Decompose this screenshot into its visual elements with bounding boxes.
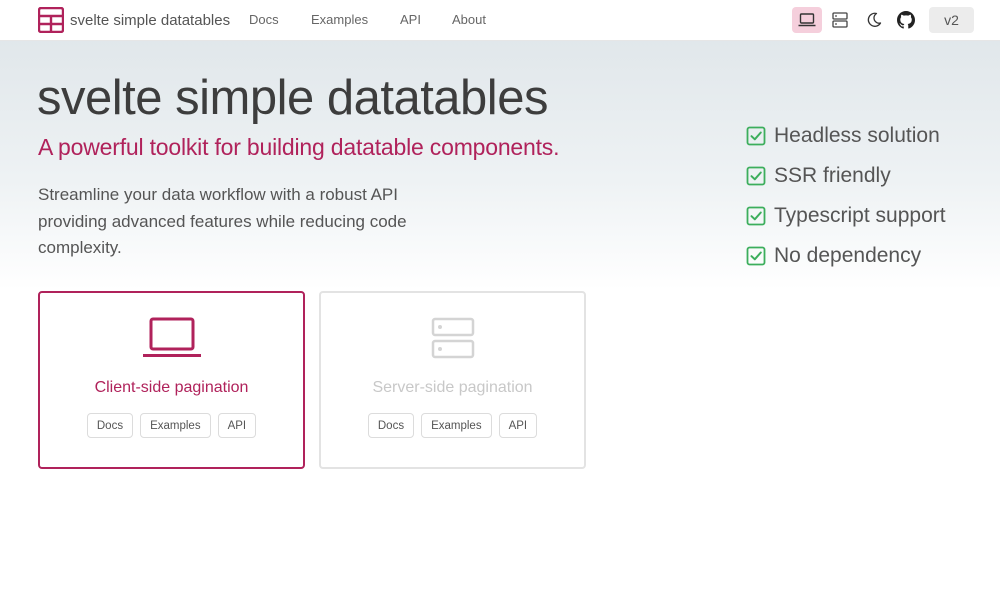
laptop-icon (142, 317, 201, 357)
page-subtitle: A powerful toolkit for building datatabl… (38, 134, 560, 160)
page-description: Streamline your data workflow with a rob… (38, 185, 407, 257)
card-title: Server-side pagination (372, 379, 533, 396)
page-title: svelte simple datatables (37, 71, 548, 125)
feature-label: SSR friendly (774, 164, 891, 187)
top-navbar: svelte simple datatables Docs Examples A… (0, 0, 1000, 41)
server-side-card[interactable]: Server-side pagination Docs Examples API (319, 291, 586, 469)
moon-icon (867, 12, 882, 27)
feature-item: No dependency (746, 236, 946, 276)
nav-link-examples[interactable]: Examples (311, 12, 368, 27)
feature-list: Headless solution SSR friendly Typescrip… (746, 116, 946, 276)
checkbox-check-icon (746, 246, 766, 266)
dark-mode-toggle[interactable] (859, 7, 889, 33)
laptop-icon (798, 13, 816, 27)
card-examples-link[interactable]: Examples (140, 413, 211, 438)
feature-label: Typescript support (774, 204, 946, 227)
card-links: Docs Examples API (321, 413, 584, 438)
checkbox-check-icon (746, 126, 766, 146)
feature-item: Typescript support (746, 196, 946, 236)
feature-label: Headless solution (774, 124, 940, 147)
table-logo-icon (38, 7, 64, 33)
brand-link[interactable]: svelte simple datatables (38, 7, 230, 33)
card-api-link[interactable]: API (217, 413, 257, 438)
card-links: Docs Examples API (40, 413, 303, 438)
server-icon (832, 12, 848, 28)
version-button[interactable]: v2 (929, 7, 974, 33)
client-mode-button[interactable] (792, 7, 822, 33)
card-examples-link[interactable]: Examples (421, 413, 492, 438)
card-docs-link[interactable]: Docs (86, 413, 134, 438)
card-docs-link[interactable]: Docs (367, 413, 415, 438)
github-icon (897, 11, 915, 29)
github-link[interactable] (891, 7, 921, 33)
nav-link-about[interactable]: About (452, 12, 486, 27)
checkbox-check-icon (746, 166, 766, 186)
server-mode-button[interactable] (825, 7, 855, 33)
brand-name: svelte simple datatables (70, 11, 231, 29)
feature-item: Headless solution (746, 116, 946, 156)
feature-item: SSR friendly (746, 156, 946, 196)
nav-link-docs[interactable]: Docs (249, 12, 279, 27)
client-side-card[interactable]: Client-side pagination Docs Examples API (38, 291, 305, 469)
checkbox-check-icon (746, 206, 766, 226)
card-api-link[interactable]: API (498, 413, 538, 438)
nav-link-api[interactable]: API (400, 12, 421, 27)
card-title: Client-side pagination (94, 379, 249, 396)
feature-label: No dependency (774, 244, 922, 267)
server-icon (431, 317, 474, 359)
